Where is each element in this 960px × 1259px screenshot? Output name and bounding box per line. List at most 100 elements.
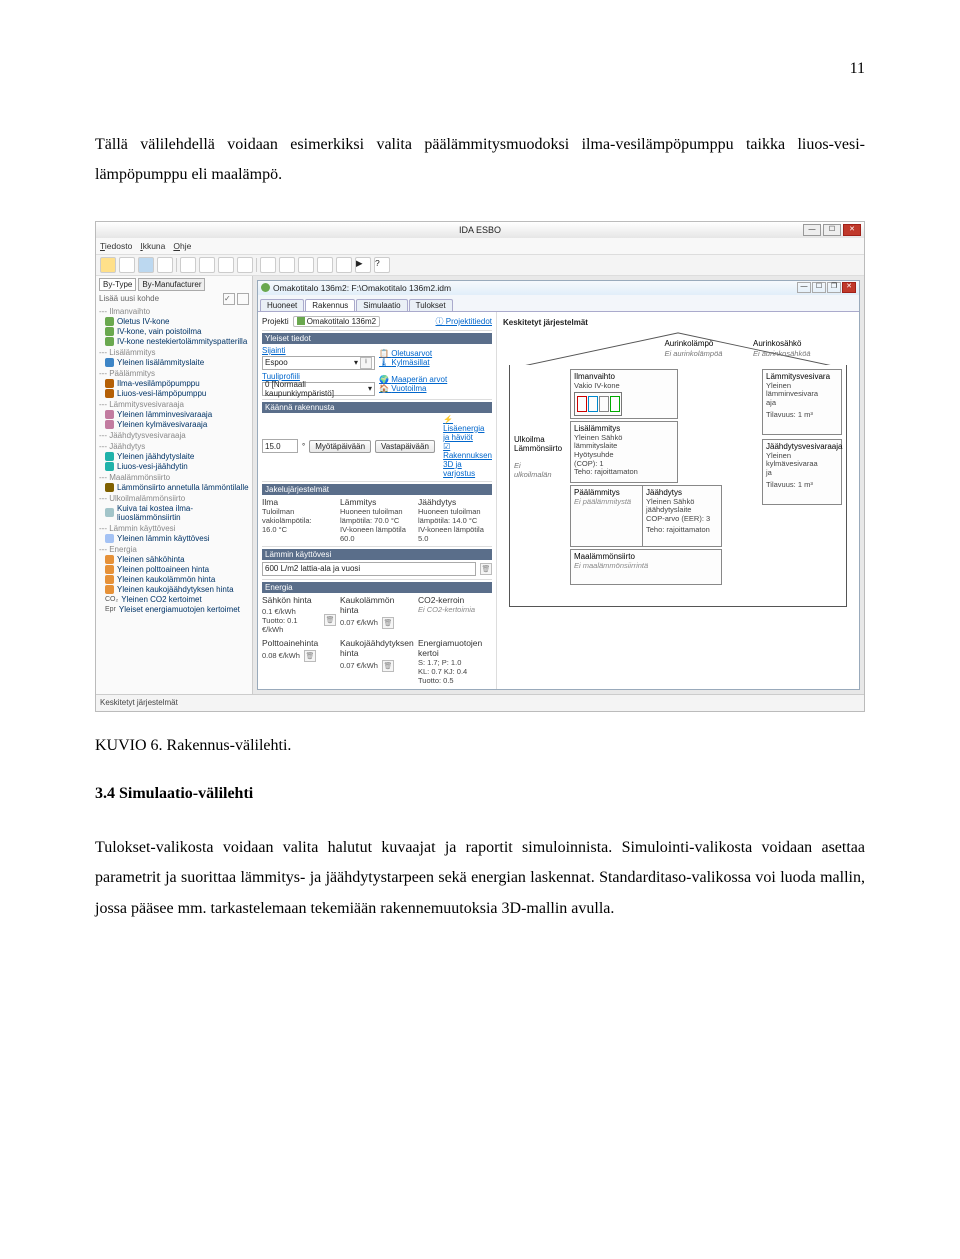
figure-caption: KUVIO 6. Rakennus-välilehti.	[95, 737, 865, 755]
section-jakelu-header: Jakelujärjestelmät	[262, 484, 492, 495]
sidebar-item[interactable]: Yleinen jäähdytyslaite	[105, 452, 249, 461]
maalammon-cell[interactable]: Maalämmönsiirto Ei maalämmönsiirrintä	[570, 549, 722, 585]
hvac-icon	[574, 392, 622, 416]
dropdown-icon[interactable]: ▾	[354, 358, 358, 367]
tool-c-icon[interactable]	[218, 257, 234, 273]
tab-tulokset[interactable]: Tulokset	[409, 299, 453, 311]
close-icon[interactable]: ✕	[843, 224, 861, 236]
dropdown-icon[interactable]: ▾	[368, 384, 372, 393]
tool-e-icon[interactable]	[260, 257, 276, 273]
app-screenshot: IDA ESBO — ☐ ✕ TTiedostoiedosto Ikkuna O…	[95, 221, 865, 712]
ilmanvaihto-cell[interactable]: Ilmanvaihto Vakio IV-kone	[570, 369, 678, 419]
vuotoilma-link[interactable]: 🏠 Vuotoilma	[379, 384, 426, 393]
tool-open-icon[interactable]	[119, 257, 135, 273]
sidebar-item[interactable]: Yleinen kaukolämmön hinta	[105, 575, 249, 584]
tool-d-icon[interactable]	[237, 257, 253, 273]
sidebar-item[interactable]: IV-kone, vain poistoilma	[105, 327, 249, 336]
paalammitys-cell[interactable]: Päälämmitys Ei päälämmitystä	[570, 485, 644, 547]
sidebar-item[interactable]: Yleinen lämmin käyttövesi	[105, 534, 249, 543]
tool-g-icon[interactable]	[298, 257, 314, 273]
sidebar-item[interactable]: Yleinen lämminvesivaraaja	[105, 410, 249, 419]
rakennus3d-link[interactable]: ☑ Rakennuksen 3D ja varjostus	[443, 442, 492, 478]
tool-a-icon[interactable]	[180, 257, 196, 273]
menu-ikkuna[interactable]: Ikkuna	[140, 241, 165, 251]
lisalammitys-cell[interactable]: Lisälämmitys Yleinen Sähkö lämmityslaite…	[570, 421, 678, 483]
sidebar-item[interactable]: Oletus IV-kone	[105, 317, 249, 326]
sidebar-opt1-icon[interactable]: ✓	[223, 293, 235, 305]
jaahdytysvesivara-cell[interactable]: Jäähdytysvesivaraaja Yleinen kylmävesiva…	[762, 439, 842, 505]
tuuli-input[interactable]: 0 [Normaali kaupunkiympäristö]	[265, 380, 368, 398]
item-icon	[105, 555, 114, 564]
sidebar-item[interactable]: EprYleiset energiamuotojen kertoimet	[105, 605, 249, 614]
aurinkolampo-title: Aurinkolämpö	[664, 339, 754, 348]
sidebar-item[interactable]: Yleinen polttoaineen hinta	[105, 565, 249, 574]
sidebar-item[interactable]: CO₂Yleinen CO2 kertoimet	[105, 595, 249, 604]
sidebar-item[interactable]: Yleinen kaukojäähdytyksen hinta	[105, 585, 249, 594]
tool-b-icon[interactable]	[199, 257, 215, 273]
sidebar-group: --- Päälämmitys	[99, 369, 249, 378]
tab-huoneet[interactable]: Huoneet	[260, 299, 304, 311]
sahko-del-icon[interactable]: 🗑	[324, 614, 336, 626]
sijainti-link[interactable]: Sijainti	[262, 346, 286, 355]
item-icon	[105, 462, 114, 471]
sidebar-opt2-icon[interactable]	[237, 293, 249, 305]
item-icon	[105, 508, 114, 517]
tool-new-icon[interactable]	[100, 257, 116, 273]
sijainti-download-icon[interactable]: ⭳	[360, 357, 372, 369]
child-min-icon[interactable]: —	[797, 282, 811, 293]
menu-ohje[interactable]: Ohje	[173, 241, 191, 251]
kylmasillat-link[interactable]: 🌡 Kylmäsillat	[379, 358, 430, 367]
tool-save-icon[interactable]	[138, 257, 154, 273]
tab-by-manufacturer[interactable]: By-Manufacturer	[138, 278, 205, 291]
oletusarvot-link[interactable]: 📋 Oletusarvot	[379, 349, 432, 358]
jaahdytys-header: Jäähdytys	[418, 497, 492, 507]
sidebar-item[interactable]: Lämmönsiirto annetulla lämmöntilalle	[105, 483, 249, 492]
sidebar-group: --- Maalämmönsiirto	[99, 473, 249, 482]
child-restore-icon[interactable]: ❐	[827, 282, 841, 293]
tab-simulaatio[interactable]: Simulaatio	[356, 299, 407, 311]
child-close-icon[interactable]: ✕	[842, 282, 856, 293]
child-window: Omakotitalo 136m2: F:\Omakotitalo 136m2.…	[257, 280, 860, 690]
kaanna-input[interactable]: 15.0	[265, 442, 281, 451]
maaperan-link[interactable]: 🌍 Maaperän arvot	[379, 375, 447, 384]
projekti-chip[interactable]: Omakotitalo 136m2	[293, 316, 380, 327]
projektitiedot-link[interactable]: ⓘ Projektitiedot	[436, 316, 492, 327]
tab-by-type[interactable]: By-Type	[99, 278, 136, 291]
sidebar-item[interactable]: Liuos-vesi-lämpöpumppu	[105, 389, 249, 398]
myota-button[interactable]: Myötäpäivään	[309, 440, 371, 453]
kauko-del-icon[interactable]: 🗑	[382, 617, 394, 629]
tool-h-icon[interactable]	[317, 257, 333, 273]
maximize-icon[interactable]: ☐	[823, 224, 841, 236]
lammitysvesivara-cell[interactable]: Lämmitysvesivara Yleinen lämminvesivara …	[762, 369, 842, 435]
vasta-button[interactable]: Vastapäivään	[375, 440, 435, 453]
sidebar-item[interactable]: Kuiva tai kostea ilma- liuoslämmönsiirti…	[105, 504, 249, 522]
tool-f-icon[interactable]	[279, 257, 295, 273]
sidebar-item[interactable]: Yleinen lisälämmityslaite	[105, 358, 249, 367]
sidebar: By-Type By-Manufacturer Lisää uusi kohde…	[96, 276, 253, 694]
tool-i-icon[interactable]	[336, 257, 352, 273]
child-max-icon[interactable]: ☐	[812, 282, 826, 293]
ilma-header: Ilma	[262, 497, 336, 507]
sijainti-input[interactable]: Espoo	[265, 358, 288, 367]
jaahdytys-cell[interactable]: Jäähdytys Yleinen Sähkö jäähdytyslaite C…	[642, 485, 722, 547]
menu-tiedosto[interactable]: TTiedostoiedosto	[100, 241, 132, 251]
tab-rakennus[interactable]: Rakennus	[305, 299, 355, 311]
tool-save2-icon[interactable]	[157, 257, 173, 273]
app-title: IDA ESBO	[459, 225, 501, 235]
sidebar-item[interactable]: Yleinen sähköhinta	[105, 555, 249, 564]
lisaenergia-link[interactable]: ⚡ Lisäenergia ja häviöt	[443, 415, 484, 442]
sidebar-item[interactable]: Ilma-vesilämpöpumppu	[105, 379, 249, 388]
kaukoj-del-icon[interactable]: 🗑	[382, 660, 394, 672]
poltto-del-icon[interactable]: 🗑	[304, 650, 316, 662]
lammin-input[interactable]: 600 L/m2 lattia-ala ja vuosi	[265, 564, 360, 573]
sidebar-item-label: Yleinen CO2 kertoimet	[121, 595, 201, 604]
item-icon	[105, 483, 114, 492]
tool-play-icon[interactable]: ▶	[355, 257, 371, 273]
tool-help-icon[interactable]: ?	[374, 257, 390, 273]
minimize-icon[interactable]: —	[803, 224, 821, 236]
sidebar-item[interactable]: Liuos-vesi-jäähdytin	[105, 462, 249, 471]
sidebar-item-label: Liuos-vesi-lämpöpumppu	[117, 389, 206, 398]
sidebar-item[interactable]: IV-kone nestekiertolämmityspatterilla	[105, 337, 249, 346]
sidebar-item[interactable]: Yleinen kylmävesivaraaja	[105, 420, 249, 429]
lammin-del-icon[interactable]: 🗑	[480, 563, 492, 575]
